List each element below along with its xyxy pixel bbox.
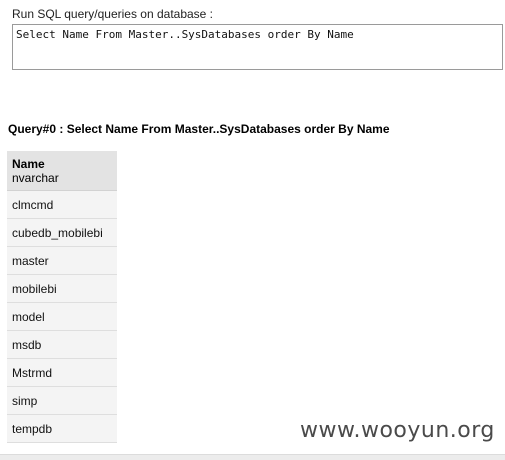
bottom-divider bbox=[0, 454, 505, 460]
table-cell: tempdb bbox=[7, 414, 117, 443]
table-cell: model bbox=[7, 302, 117, 331]
table-row: msdb bbox=[7, 330, 117, 359]
query-label: Run SQL query/queries on database : bbox=[12, 7, 214, 21]
table-cell: msdb bbox=[7, 330, 117, 359]
table-row: model bbox=[7, 302, 117, 331]
table-row: cubedb_mobilebi bbox=[7, 218, 117, 247]
table-header-row: Name nvarchar bbox=[7, 151, 117, 191]
watermark: www.wooyun.org bbox=[300, 418, 495, 443]
result-table: Name nvarchar clmcmd cubedb_mobilebi mas… bbox=[7, 151, 117, 443]
table-row: master bbox=[7, 246, 117, 275]
table-row: Mstrmd bbox=[7, 358, 117, 387]
query-result-heading: Query#0 : Select Name From Master..SysDa… bbox=[8, 122, 390, 136]
table-row: mobilebi bbox=[7, 274, 117, 303]
sql-query-input[interactable]: Select Name From Master..SysDatabases or… bbox=[12, 24, 503, 70]
table-cell: master bbox=[7, 246, 117, 275]
column-type: nvarchar bbox=[12, 171, 59, 185]
column-header-name: Name nvarchar bbox=[7, 151, 117, 191]
table-cell: cubedb_mobilebi bbox=[7, 218, 117, 247]
column-name: Name bbox=[12, 157, 45, 171]
table-cell: clmcmd bbox=[7, 190, 117, 219]
page: Run SQL query/queries on database : Sele… bbox=[0, 0, 505, 460]
table-row: simp bbox=[7, 386, 117, 415]
table-cell: Mstrmd bbox=[7, 358, 117, 387]
table-row: clmcmd bbox=[7, 190, 117, 219]
table-row: tempdb bbox=[7, 414, 117, 443]
table-cell: mobilebi bbox=[7, 274, 117, 303]
table-cell: simp bbox=[7, 386, 117, 415]
